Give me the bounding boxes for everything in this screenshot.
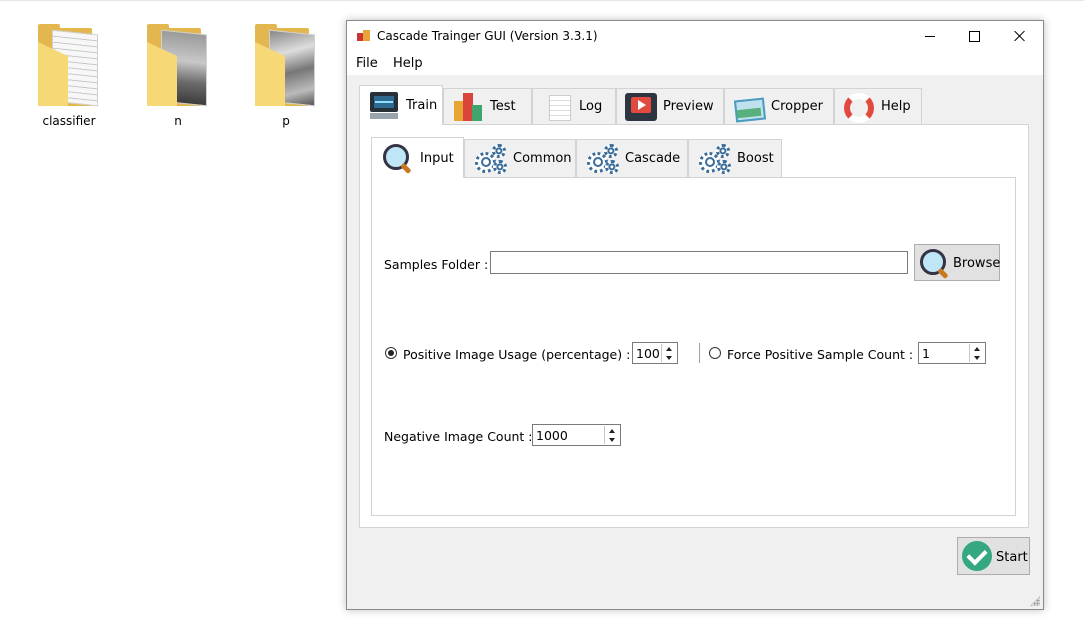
resize-grip[interactable] — [1030, 596, 1040, 606]
video-play-icon — [625, 92, 657, 121]
menu-file[interactable]: File — [356, 56, 378, 71]
spin-down-icon[interactable] — [970, 353, 984, 362]
spin-up-icon[interactable] — [605, 426, 619, 435]
tab-common[interactable]: Common — [464, 139, 576, 177]
tab-common-label: Common — [513, 151, 572, 166]
positive-usage-spinbox[interactable]: 100 — [632, 342, 678, 364]
title-bar[interactable]: Cascade Trainger GUI (Version 3.3.1) — [347, 21, 1043, 51]
tab-boost-label: Boost — [737, 151, 774, 166]
start-label: Start — [996, 550, 1028, 565]
tab-cropper[interactable]: Cropper — [724, 88, 834, 124]
samples-folder-input[interactable] — [490, 251, 908, 274]
separator — [699, 343, 700, 363]
gears-icon — [587, 143, 619, 174]
app-window: Cascade Trainger GUI (Version 3.3.1) Fil… — [346, 20, 1044, 610]
spin-up-icon[interactable] — [662, 344, 676, 353]
close-button[interactable] — [997, 21, 1043, 51]
force-positive-value: 1 — [922, 346, 930, 361]
maximize-icon — [968, 30, 980, 42]
browse-button[interactable]: Browse — [914, 244, 1000, 281]
tab-input[interactable]: Input — [371, 137, 464, 178]
tab-cropper-label: Cropper — [771, 99, 823, 114]
desktop-folder-label: p — [282, 114, 290, 128]
menu-bar: File Help — [347, 51, 1043, 75]
tab-help[interactable]: Help — [834, 88, 922, 124]
tab-boost[interactable]: Boost — [688, 139, 782, 177]
close-icon — [1014, 30, 1026, 42]
samples-folder-label: Samples Folder : — [384, 257, 489, 272]
desktop-edge — [0, 0, 1084, 1]
negative-count-label: Negative Image Count : — [384, 429, 533, 444]
tab-input-label: Input — [420, 150, 454, 166]
tab-help-label: Help — [881, 99, 911, 114]
menu-help[interactable]: Help — [393, 56, 423, 71]
desktop-folder-n[interactable]: n — [143, 24, 213, 128]
desktop-folder-p[interactable]: p — [251, 24, 321, 128]
magnifier-icon — [919, 248, 951, 280]
window-title: Cascade Trainger GUI (Version 3.3.1) — [377, 29, 598, 43]
lifebuoy-icon — [843, 92, 875, 123]
magnifier-icon — [382, 143, 414, 175]
force-positive-radio[interactable] — [709, 347, 721, 359]
monitor-waveform-icon — [368, 91, 400, 120]
maximize-button[interactable] — [951, 21, 997, 51]
spin-up-icon[interactable] — [970, 344, 984, 353]
gears-icon — [699, 143, 731, 174]
desktop-folder-classifier[interactable]: classifier — [34, 24, 104, 128]
bar-chart-icon — [452, 92, 484, 121]
document-icon — [541, 93, 573, 121]
picture-icon — [733, 93, 767, 123]
folder-icon — [255, 24, 317, 108]
tab-test-label: Test — [490, 99, 516, 114]
tab-cascade[interactable]: Cascade — [576, 139, 688, 177]
tab-train-label: Train — [406, 98, 438, 113]
tab-test[interactable]: Test — [443, 88, 532, 124]
tab-log-label: Log — [579, 99, 603, 114]
force-positive-spinbox[interactable]: 1 — [918, 342, 986, 364]
negative-count-value: 1000 — [536, 428, 568, 443]
tab-train[interactable]: Train — [359, 85, 443, 125]
positive-usage-value: 100 — [636, 346, 660, 361]
app-icon — [357, 30, 371, 42]
tab-preview[interactable]: Preview — [616, 88, 724, 124]
spin-down-icon[interactable] — [662, 353, 676, 362]
positive-usage-label: Positive Image Usage (percentage) : — [403, 347, 631, 362]
folder-icon — [147, 24, 209, 108]
desktop-folder-label: classifier — [42, 114, 96, 128]
desktop-folder-label: n — [174, 114, 182, 128]
tab-cascade-label: Cascade — [625, 151, 681, 166]
folder-icon — [38, 24, 100, 108]
spin-down-icon[interactable] — [605, 435, 619, 444]
start-button[interactable]: Start — [957, 537, 1030, 575]
negative-count-spinbox[interactable]: 1000 — [532, 424, 621, 446]
check-circle-icon — [962, 541, 992, 571]
gears-icon — [475, 143, 507, 174]
positive-usage-radio[interactable] — [385, 347, 397, 359]
minimize-button[interactable] — [907, 21, 953, 51]
browse-label: Browse — [953, 256, 1001, 271]
force-positive-label: Force Positive Sample Count : — [727, 347, 914, 362]
tab-preview-label: Preview — [663, 99, 714, 114]
minimize-icon — [925, 35, 935, 37]
tab-log[interactable]: Log — [532, 88, 616, 124]
